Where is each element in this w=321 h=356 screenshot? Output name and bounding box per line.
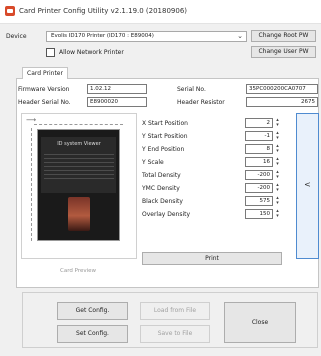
y-end-position-input[interactable]: 8 [245,144,273,154]
close-button[interactable]: Close [224,302,296,343]
spin-up-down-icon[interactable]: ▴ ▾ [274,183,281,193]
device-label: Device [6,33,27,40]
spin-up-down-icon[interactable]: ▴ ▾ [274,131,281,141]
tab-card-printer[interactable]: Card Printer [22,67,68,79]
y-end-position-label: Y End Position [142,146,185,153]
overlay-density-label: Overlay Density [142,211,191,218]
spin-up-down-icon[interactable]: ▴ ▾ [274,144,281,154]
ruler-arrow-icon: ⟶ [26,116,37,124]
header-serial-field: E8900020 [87,97,147,107]
chevron-down-icon: ⌄ [237,32,243,40]
spin-up-down-icon[interactable]: ▴ ▾ [274,118,281,128]
total-density-label: Total Density [142,172,181,179]
black-density-input[interactable]: 575 [245,196,273,206]
get-config-button[interactable]: Get Config. [57,302,128,320]
firmware-field: 1.02.12 [87,84,147,94]
allow-network-checkbox[interactable] [46,48,55,57]
total-density-input[interactable]: -200 [245,170,273,180]
spin-up-down-icon[interactable]: ▴ ▾ [274,170,281,180]
ruler-horizontal [34,124,123,126]
y-start-position-input[interactable]: -1 [245,131,273,141]
serial-field: 35PC000200CA0707 [246,84,318,94]
header-resistor-label: Header Resistor [177,99,225,106]
card-photo [68,197,90,231]
set-config-button[interactable]: Set Config. [57,325,128,343]
y-start-position-label: Y Start Position [142,133,188,140]
card-text: ID system Viewer [57,141,101,147]
y-scale-label: Y Scale [142,159,164,166]
serial-label: Serial No. [177,86,206,93]
device-select[interactable]: Evolis ID170 Printer (ID170 : E89004) ⌄ [46,31,247,42]
ymc-density-input[interactable]: -200 [245,183,273,193]
collapse-panel-button[interactable]: < [296,113,319,259]
firmware-label: Firmware Version [18,86,70,93]
x-start-position-label: X Start Position [142,120,188,127]
overlay-density-input[interactable]: 150 [245,209,273,219]
print-button[interactable]: Print [142,252,282,265]
spin-up-down-icon[interactable]: ▴ ▾ [274,157,281,167]
spin-up-down-icon[interactable]: ▴ ▾ [274,196,281,206]
spin-up-down-icon[interactable]: ▴ ▾ [274,209,281,219]
ymc-density-label: YMC Density [142,185,180,192]
save-to-file-button[interactable]: Save to File [140,325,210,343]
change-user-pw-button[interactable]: Change User PW [251,46,316,58]
device-select-value: Evolis ID170 Printer (ID170 : E89004) [51,33,154,39]
header-resistor-field: 2675 [246,97,318,107]
allow-network-label: Allow Network Printer [59,49,124,56]
printer-app-icon [5,6,15,16]
x-start-position-input[interactable]: 2 [245,118,273,128]
ruler-vertical [31,128,33,241]
y-scale-input[interactable]: 16 [245,157,273,167]
load-from-file-button[interactable]: Load from File [140,302,210,320]
change-root-pw-button[interactable]: Change Root PW [251,30,316,42]
title-bar: Card Printer Config Utility v2.1.19.0 (2… [0,0,321,24]
card-text-lines [44,151,114,181]
black-density-label: Black Density [142,198,183,205]
header-serial-label: Header Serial No. [18,99,71,106]
window-title: Card Printer Config Utility v2.1.19.0 (2… [19,7,188,15]
preview-caption: Card Preview [60,268,97,274]
